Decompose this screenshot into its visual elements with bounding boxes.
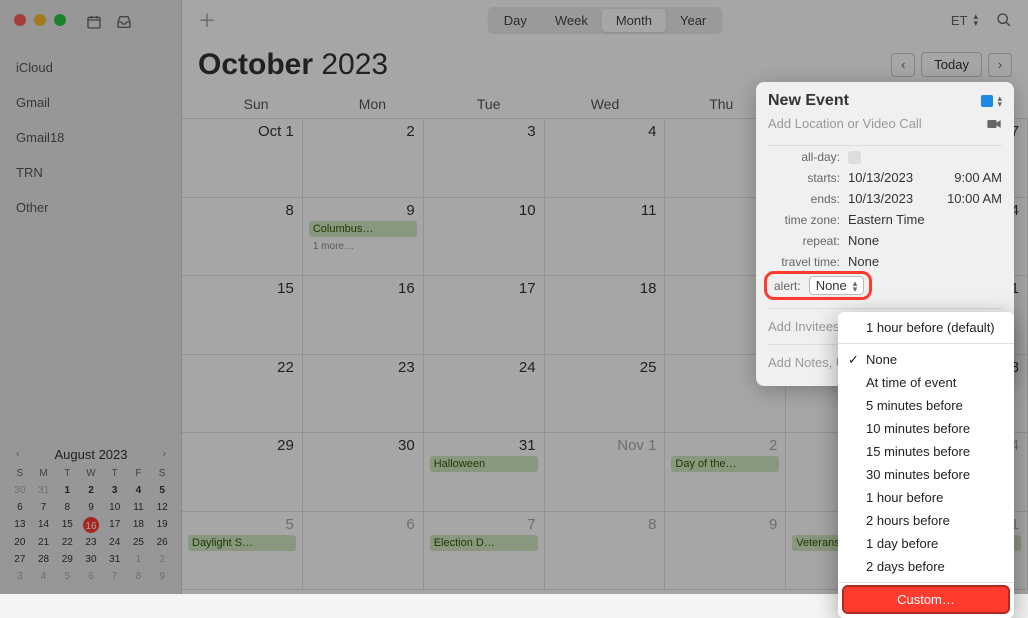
chevron-updown-icon: ▴▾ (853, 280, 858, 292)
travel-value[interactable]: None (848, 254, 879, 269)
alert-menu-item[interactable]: 5 minutes before (838, 394, 1014, 417)
alert-menu-item[interactable]: 1 hour before (838, 486, 1014, 509)
starts-time-field[interactable]: 9:00 AM (954, 170, 1002, 185)
starts-label: starts: (768, 171, 848, 185)
video-icon[interactable] (986, 117, 1002, 131)
alert-menu-item[interactable]: 1 hour before (default) (838, 316, 1014, 339)
allday-checkbox[interactable] (848, 151, 861, 164)
allday-label: all-day: (768, 150, 848, 164)
repeat-label: repeat: (768, 234, 848, 248)
alert-menu-item[interactable]: 2 hours before (838, 509, 1014, 532)
alert-menu-item[interactable]: At time of event (838, 371, 1014, 394)
ends-label: ends: (768, 192, 848, 206)
alert-menu-item[interactable]: 15 minutes before (838, 440, 1014, 463)
alert-menu-item[interactable]: ✓None (838, 348, 1014, 371)
repeat-value[interactable]: None (848, 233, 879, 248)
alert-menu-item[interactable]: 30 minutes before (838, 463, 1014, 486)
alert-custom-button[interactable]: Custom… (844, 587, 1008, 612)
alert-menu-item[interactable]: 1 day before (838, 532, 1014, 555)
travel-label: travel time: (768, 255, 848, 269)
timezone-label: time zone: (768, 213, 848, 227)
color-swatch-icon (981, 95, 993, 107)
ends-time-field[interactable]: 10:00 AM (947, 191, 1002, 206)
alert-value: None (816, 278, 847, 293)
starts-date-field[interactable]: 10/13/2023 (848, 170, 913, 185)
alert-menu-item[interactable]: 2 days before (838, 555, 1014, 578)
alert-menu-item[interactable]: 10 minutes before (838, 417, 1014, 440)
event-title-input[interactable]: New Event (768, 92, 849, 110)
chevron-updown-icon: ▴▾ (997, 95, 1002, 107)
alert-menu: 1 hour before (default) ✓NoneAt time of e… (838, 312, 1014, 618)
alert-dropdown[interactable]: None ▴▾ (809, 276, 865, 295)
checkmark-icon: ✓ (848, 352, 859, 368)
ends-date-field[interactable]: 10/13/2023 (848, 191, 913, 206)
alert-label: alert: (774, 279, 801, 293)
timezone-value[interactable]: Eastern Time (848, 212, 925, 227)
location-input[interactable]: Add Location or Video Call (768, 116, 922, 131)
calendar-color-picker[interactable]: ▴▾ (981, 95, 1002, 107)
